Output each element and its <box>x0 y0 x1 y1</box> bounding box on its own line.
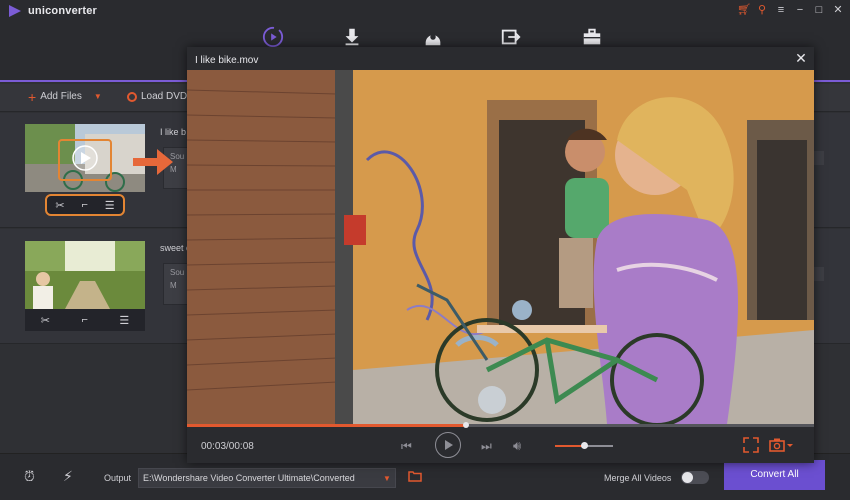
volume-slider[interactable] <box>555 442 613 449</box>
edit-tools: ✂ ⌐ ☰ <box>25 309 145 331</box>
volume-slider-handle[interactable] <box>581 442 588 449</box>
plus-icon: + <box>28 88 37 105</box>
fullscreen-icon[interactable] <box>743 437 759 453</box>
video-thumbnail[interactable] <box>25 124 145 192</box>
dvd-icon <box>127 91 137 102</box>
menu-icon[interactable]: ≡ <box>775 3 787 17</box>
file-meta: Sou M <box>163 263 189 305</box>
skip-previous-icon[interactable]: ⏮︎ <box>401 439 412 454</box>
play-icon <box>445 440 453 450</box>
video-thumbnail[interactable] <box>25 241 145 309</box>
title-bar: uniconverter 🛒︎ ⚲ ≡ − □ ✕ <box>0 0 850 22</box>
window-controls: 🛒︎ ⚲ ≡ − □ ✕ <box>737 3 844 17</box>
close-icon[interactable]: ✕ <box>832 3 844 17</box>
effects-icon[interactable]: ☰ <box>119 314 129 327</box>
add-files-label: Add Files <box>40 91 82 102</box>
minimize-icon[interactable]: − <box>794 3 806 17</box>
load-dvd-button[interactable]: Load DVD <box>127 91 187 102</box>
crop-icon[interactable]: ⌐ <box>81 314 87 326</box>
merge-all-label: Merge All Videos <box>604 473 672 483</box>
alarm-clock-icon[interactable]: ⏰︎ <box>24 468 35 485</box>
convert-all-button[interactable]: Convert All <box>724 460 825 490</box>
add-files-button[interactable]: + Add Files ▼ <box>28 88 102 105</box>
snapshot-icon[interactable] <box>769 437 793 453</box>
cart-icon[interactable]: 🛒︎ <box>737 3 751 17</box>
file-source-label: Sou <box>170 268 185 277</box>
app-window: uniconverter 🛒︎ ⚲ ≡ − □ ✕ + Add Files ▼ … <box>0 0 850 500</box>
folder-icon[interactable] <box>408 470 422 482</box>
lightning-icon[interactable]: ⚡︎ <box>63 468 73 485</box>
playback-time: 00:03/00:08 <box>201 441 254 452</box>
output-path-field[interactable]: E:\Wondershare Video Converter Ultimate\… <box>138 468 396 488</box>
player-controls: 00:03/00:08 ⏮︎ ⏭︎ 🔊︎ <box>187 427 814 463</box>
volume-slider-fill <box>555 445 584 447</box>
file-format-label: M <box>170 281 177 290</box>
app-logo-icon <box>9 5 21 17</box>
output-label: Output <box>104 473 132 483</box>
scissors-icon[interactable]: ✂ <box>41 314 50 327</box>
scissors-icon[interactable]: ✂ <box>55 199 64 212</box>
chevron-down-icon[interactable]: ▼ <box>383 474 391 483</box>
close-icon[interactable]: ✕ <box>794 51 808 65</box>
video-frame[interactable] <box>187 70 814 424</box>
file-name: I like b <box>160 127 187 137</box>
volume-icon[interactable]: 🔊︎ <box>513 438 521 454</box>
key-icon[interactable]: ⚲ <box>756 3 768 17</box>
player-title: I like bike.mov <box>195 55 259 66</box>
crop-icon[interactable]: ⌐ <box>81 199 87 211</box>
arrow-annotation-icon <box>133 149 173 175</box>
merge-toggle[interactable] <box>681 471 709 484</box>
app-title: uniconverter <box>28 5 98 17</box>
maximize-icon[interactable]: □ <box>813 3 825 17</box>
play-button[interactable] <box>435 432 461 458</box>
skip-next-icon[interactable]: ⏭︎ <box>481 439 492 454</box>
load-dvd-label: Load DVD <box>141 91 188 102</box>
edit-tools: ✂ ⌐ ☰ <box>45 194 125 216</box>
file-name: sweet c <box>160 243 191 253</box>
effects-icon[interactable]: ☰ <box>105 199 115 212</box>
chevron-down-icon[interactable]: ▼ <box>94 92 102 101</box>
video-player-dialog: I like bike.mov ✕ 00:03/00:08 ⏮︎ ⏭︎ 🔊︎ <box>187 47 814 463</box>
